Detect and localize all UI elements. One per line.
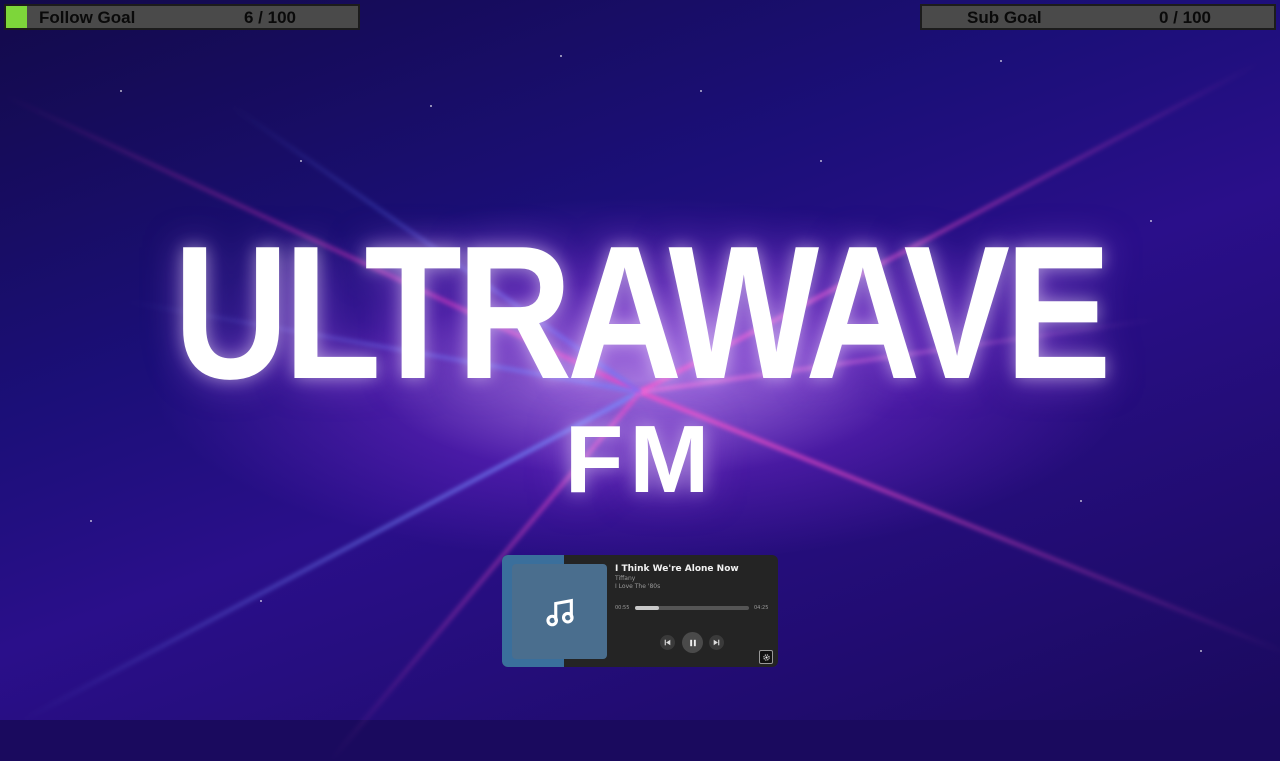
current-time: 00:55 bbox=[615, 605, 630, 611]
skip-next-icon bbox=[713, 639, 720, 646]
song-artist: Tiffany bbox=[615, 575, 636, 582]
follow-goal-count: 6 / 100 bbox=[244, 8, 296, 27]
album-art bbox=[512, 564, 607, 659]
gear-icon bbox=[762, 653, 770, 661]
follow-goal-progress-fill bbox=[6, 6, 28, 28]
follow-goal-label: Follow Goal bbox=[39, 8, 136, 27]
follow-goal-bar: Follow Goal 6 / 100 bbox=[4, 4, 360, 30]
next-track-button[interactable] bbox=[709, 635, 724, 650]
pause-icon bbox=[689, 639, 696, 646]
station-subtitle: FM bbox=[564, 406, 716, 513]
station-title: ULTRAWAVE bbox=[173, 207, 1112, 419]
seek-bar[interactable] bbox=[635, 606, 749, 610]
play-pause-button[interactable] bbox=[682, 632, 703, 653]
sub-goal-count: 0 / 100 bbox=[1159, 8, 1211, 27]
skip-previous-icon bbox=[664, 639, 671, 646]
sub-goal-bar: Sub Goal 0 / 100 bbox=[920, 4, 1276, 30]
seek-progress bbox=[635, 606, 659, 610]
sub-goal-label: Sub Goal bbox=[967, 8, 1042, 27]
music-note-icon bbox=[545, 598, 574, 626]
music-player: I Think We're Alone Now Tiffany I Love T… bbox=[502, 555, 778, 667]
total-time: 04:25 bbox=[754, 605, 769, 611]
song-title: I Think We're Alone Now bbox=[615, 564, 739, 574]
player-settings-button[interactable] bbox=[759, 650, 773, 664]
song-album: I Love The '80s bbox=[615, 583, 661, 590]
previous-track-button[interactable] bbox=[660, 635, 675, 650]
